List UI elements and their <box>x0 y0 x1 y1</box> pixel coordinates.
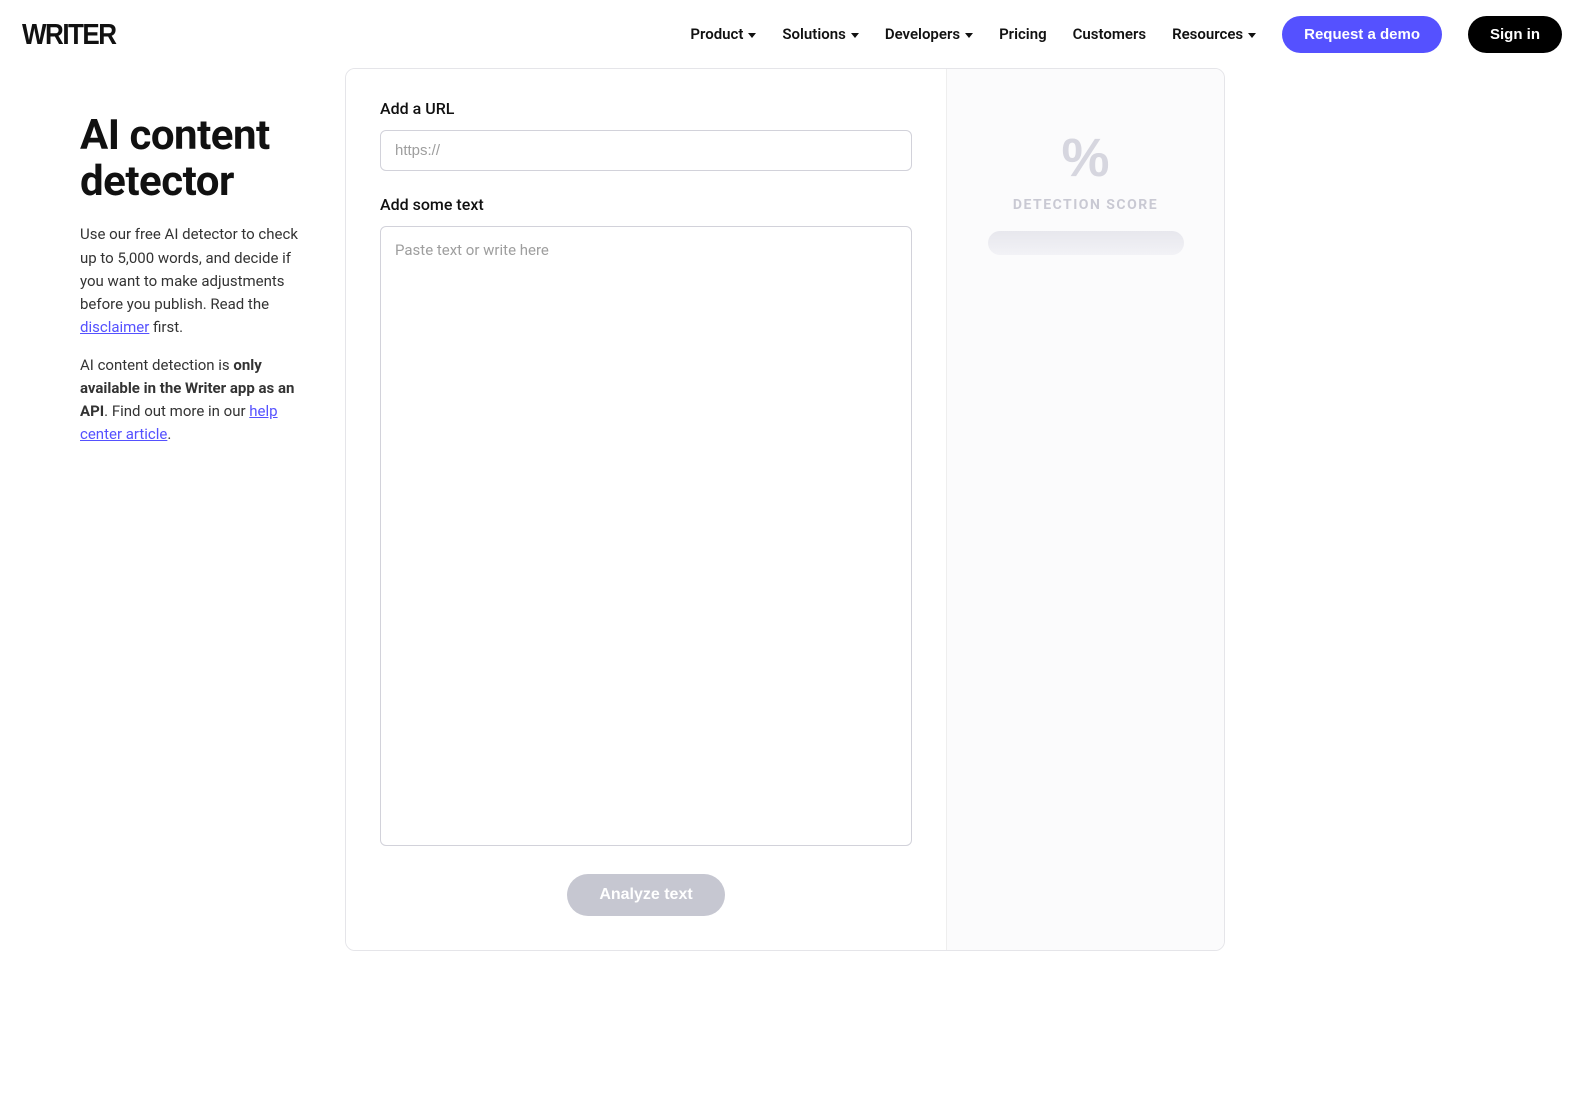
nav-pricing[interactable]: Pricing <box>999 25 1047 43</box>
nav-solutions[interactable]: Solutions <box>782 25 858 43</box>
nav-customers[interactable]: Customers <box>1073 25 1146 43</box>
page-title: AI content detector <box>80 113 315 205</box>
text-input[interactable] <box>380 226 912 846</box>
disclaimer-link[interactable]: disclaimer <box>80 318 149 336</box>
sign-in-button[interactable]: Sign in <box>1468 16 1562 53</box>
text: AI content detection is <box>80 356 233 374</box>
nav-label: Customers <box>1073 25 1146 43</box>
analyze-button[interactable]: Analyze text <box>567 874 724 916</box>
text-label: Add some text <box>380 195 912 214</box>
nav-developers[interactable]: Developers <box>885 25 973 43</box>
request-demo-button[interactable]: Request a demo <box>1282 16 1442 53</box>
text: . Find out more in our <box>104 402 249 420</box>
detector-card: Add a URL Add some text Analyze text % D… <box>345 68 1225 951</box>
nav-product[interactable]: Product <box>690 25 756 43</box>
site-header: WRITER Product Solutions Developers Pric… <box>0 0 1584 68</box>
score-bar <box>988 231 1184 255</box>
score-label: DETECTION SCORE <box>977 197 1194 213</box>
sidebar: AI content detector Use our free AI dete… <box>80 68 345 461</box>
url-input[interactable] <box>380 130 912 171</box>
main-nav: Product Solutions Developers Pricing Cus… <box>690 16 1562 53</box>
nav-label: Resources <box>1172 25 1243 43</box>
text: . <box>167 425 171 443</box>
score-panel: % DETECTION SCORE <box>946 69 1224 950</box>
percent-icon: % <box>977 127 1194 189</box>
chevron-down-icon <box>965 33 973 38</box>
text: Use our free AI detector to check up to … <box>80 225 298 313</box>
intro-paragraph-1: Use our free AI detector to check up to … <box>80 223 315 339</box>
chevron-down-icon <box>748 33 756 38</box>
chevron-down-icon <box>1248 33 1256 38</box>
text: first. <box>149 318 183 336</box>
nav-label: Developers <box>885 25 960 43</box>
chevron-down-icon <box>851 33 859 38</box>
nav-resources[interactable]: Resources <box>1172 25 1256 43</box>
nav-label: Product <box>690 25 743 43</box>
nav-label: Solutions <box>782 25 845 43</box>
nav-label: Pricing <box>999 25 1047 43</box>
brand-logo[interactable]: WRITER <box>22 17 116 51</box>
input-form: Add a URL Add some text Analyze text <box>346 69 946 950</box>
main-content: AI content detector Use our free AI dete… <box>0 68 1584 981</box>
intro-paragraph-2: AI content detection is only available i… <box>80 354 315 447</box>
url-label: Add a URL <box>380 99 912 118</box>
